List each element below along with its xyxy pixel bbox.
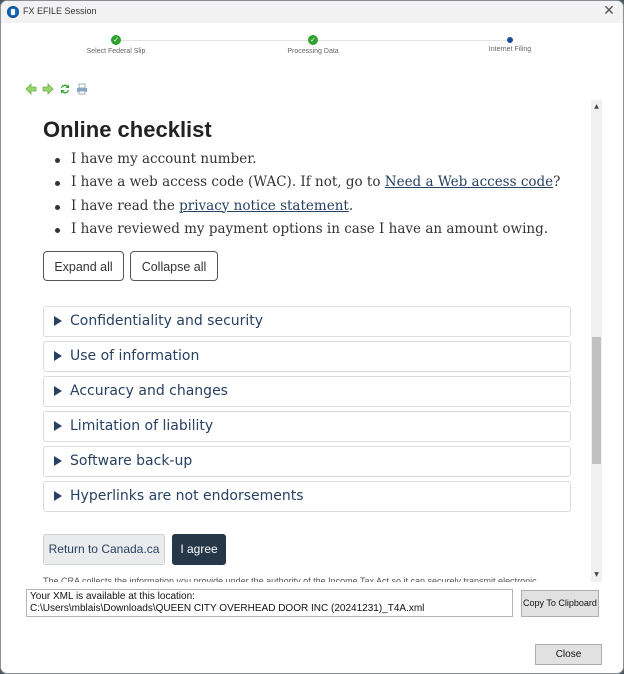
need-web-access-code-link[interactable]: Need a Web access code xyxy=(385,174,553,190)
checklist-item: I have read the privacy notice statement… xyxy=(51,198,560,221)
cra-notice-text: The CRA collects the information you pro… xyxy=(43,576,537,582)
step-check-icon: ✓ xyxy=(111,35,121,45)
window-title: FX EFILE Session xyxy=(23,6,97,16)
checklist-item: I have my account number. xyxy=(51,151,560,174)
progress-stepper: ✓ Select Federal Slip ✓ Processing Data … xyxy=(1,31,623,61)
expand-all-button[interactable]: Expand all xyxy=(43,251,124,281)
refresh-icon[interactable] xyxy=(59,83,71,95)
checklist-text: I have my account number. xyxy=(71,151,257,167)
step-check-icon: ✓ xyxy=(308,35,318,45)
step-label: Processing Data xyxy=(287,48,339,55)
xml-location-textbox[interactable]: Your XML is available at this location: … xyxy=(26,589,513,617)
scroll-up-arrow-icon[interactable]: ▲ xyxy=(591,102,602,112)
step-current-dot-icon xyxy=(507,37,513,43)
expand-triangle-icon xyxy=(54,491,62,501)
arrow-left-icon[interactable] xyxy=(25,83,37,95)
step-processing-data: ✓ Processing Data xyxy=(253,34,373,55)
step-select-federal-slip: ✓ Select Federal Slip xyxy=(56,34,176,55)
expand-triangle-icon xyxy=(54,421,62,431)
xml-location-label: Your XML is available at this location: xyxy=(30,591,195,602)
scrollbar-thumb[interactable] xyxy=(592,337,601,464)
accordion-label: Accuracy and changes xyxy=(70,383,228,399)
xml-file-path: C:\Users\mblais\Downloads\QUEEN CITY OVE… xyxy=(30,603,425,614)
accordion-label: Use of information xyxy=(70,348,200,364)
accordion-limitation-of-liability[interactable]: Limitation of liability xyxy=(43,411,571,442)
accordion-accuracy-and-changes[interactable]: Accuracy and changes xyxy=(43,376,571,407)
accordion-hyperlinks-are-not-endorsements[interactable]: Hyperlinks are not endorsements xyxy=(43,481,571,512)
expand-triangle-icon xyxy=(54,456,62,466)
accordion-label: Limitation of liability xyxy=(70,418,214,434)
checklist-text: . xyxy=(348,197,354,214)
title-bar: FX EFILE Session ✕ xyxy=(1,1,623,23)
accordion-confidentiality-and-security[interactable]: Confidentiality and security xyxy=(43,306,571,337)
web-content-area: Online checklist I have my account numbe… xyxy=(23,99,603,582)
checklist-text: I have a web access code (WAC). If not, … xyxy=(71,174,385,191)
checklist-item: I have reviewed my payment options in ca… xyxy=(51,221,560,244)
close-window-icon[interactable]: ✕ xyxy=(601,3,617,19)
arrow-right-icon[interactable] xyxy=(42,83,54,95)
checklist-text: I have read the xyxy=(71,197,180,214)
page-heading: Online checklist xyxy=(43,117,212,142)
app-logo-icon xyxy=(7,6,19,18)
accordion-use-of-information[interactable]: Use of information xyxy=(43,341,571,372)
accordion-software-back-up[interactable]: Software back-up xyxy=(43,446,571,477)
step-label: Internet Filing xyxy=(488,46,532,53)
efile-session-window: FX EFILE Session ✕ ✓ Select Federal Slip… xyxy=(0,0,624,674)
step-label: Select Federal Slip xyxy=(86,48,146,55)
scroll-down-arrow-icon[interactable]: ▼ xyxy=(591,570,602,580)
close-button[interactable]: Close xyxy=(535,644,602,665)
privacy-notice-link[interactable]: privacy notice statement xyxy=(179,198,349,214)
checklist-item: I have a web access code (WAC). If not, … xyxy=(51,174,560,197)
copy-to-clipboard-button[interactable]: Copy To Clipboard xyxy=(521,590,599,617)
return-to-canada-button[interactable]: Return to Canada.ca xyxy=(43,534,165,565)
checklist-text: ? xyxy=(553,174,561,191)
content-scrollbar[interactable]: ▲ ▼ xyxy=(591,100,602,582)
accordion-label: Hyperlinks are not endorsements xyxy=(70,488,304,504)
expand-triangle-icon xyxy=(54,316,62,326)
collapse-all-button[interactable]: Collapse all xyxy=(130,251,218,281)
expand-triangle-icon xyxy=(54,386,62,396)
accordion-label: Software back-up xyxy=(70,453,193,469)
checklist: I have my account number. I have a web a… xyxy=(51,151,560,244)
i-agree-button[interactable]: I agree xyxy=(172,534,226,565)
print-icon[interactable] xyxy=(76,83,88,95)
checklist-text: I have reviewed my payment options in ca… xyxy=(71,220,549,237)
step-internet-filing: Internet Filing xyxy=(450,34,570,53)
accordion-label: Confidentiality and security xyxy=(70,313,264,329)
expand-triangle-icon xyxy=(54,351,62,361)
